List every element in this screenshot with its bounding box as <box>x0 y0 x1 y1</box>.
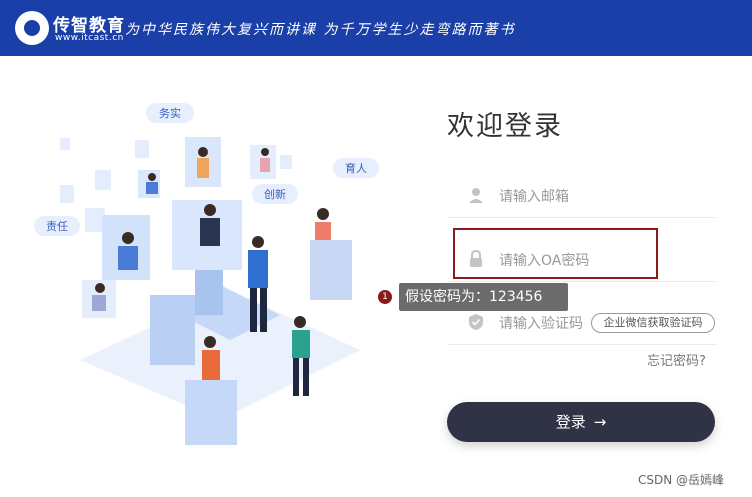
illustration-tag: 育人 <box>345 161 367 175</box>
email-placeholder: 请输入邮箱 <box>499 189 569 205</box>
login-title: 欢迎登录 <box>447 111 563 142</box>
illustration-tag: 创新 <box>264 187 286 201</box>
watermark: CSDN @岳嫣峰 <box>638 473 725 487</box>
shield-icon <box>469 314 483 330</box>
password-highlight-box <box>453 228 658 279</box>
user-icon <box>469 188 483 203</box>
get-code-button[interactable]: 企业微信获取验证码 <box>591 313 715 333</box>
arrow-right-icon: → <box>593 413 607 431</box>
header-slogan: 为中华民族伟大复兴而讲课 为千万学生少走弯路而著书 <box>125 22 516 38</box>
top-header: 传智教育 www.itcast.cn 为中华民族伟大复兴而讲课 为千万学生少走弯… <box>0 0 752 56</box>
illustration-tag: 务实 <box>159 106 181 120</box>
forgot-password-link[interactable]: 忘记密码? <box>647 350 706 369</box>
code-placeholder: 请输入验证码 <box>499 316 583 332</box>
annotation-badge: 1 <box>378 290 392 304</box>
login-button-label: 登录 <box>555 413 586 431</box>
login-button[interactable]: 登录 → <box>447 402 715 442</box>
email-field[interactable]: 请输入邮箱 <box>447 174 717 218</box>
team-illustration: 务实 育人 创新 责任 <box>34 103 379 445</box>
annotation-tooltip: 假设密码为：123456 <box>399 283 568 311</box>
illustration-tag: 责任 <box>46 220 68 233</box>
brand-logo-icon <box>15 11 49 45</box>
brand-url: www.itcast.cn <box>55 33 124 43</box>
